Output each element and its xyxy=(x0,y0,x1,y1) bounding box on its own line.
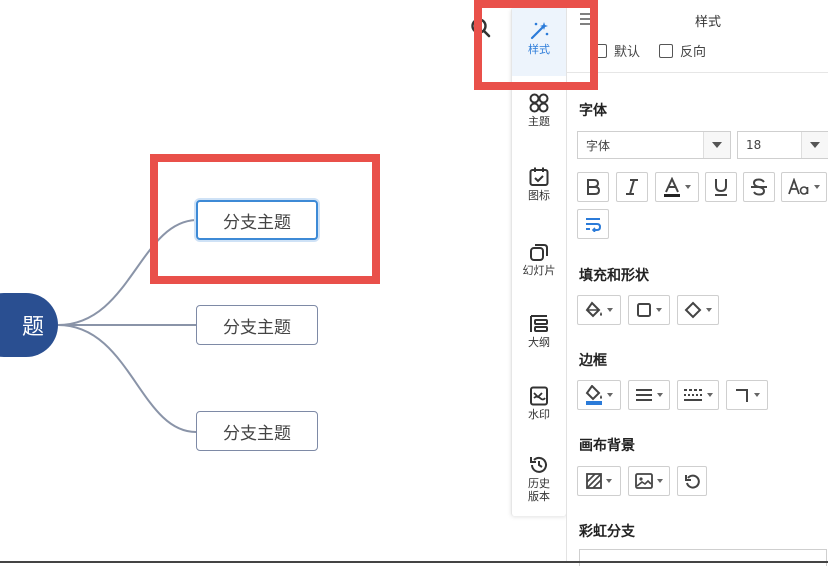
checkbox-label: 反向 xyxy=(680,45,707,60)
toolbar-label: 大纲 xyxy=(528,336,550,349)
font-size-value: 18 xyxy=(746,138,762,152)
canvas-bg-color-button[interactable] xyxy=(577,466,621,496)
style-panel: 样式 默认 反向 字体 字体 18 填充和形状 边框 画布背景 彩虹分支 xyxy=(566,0,828,566)
highlight-style-tab xyxy=(474,0,598,90)
toolbar-label: 幻灯片 xyxy=(522,264,556,277)
font-family-select[interactable]: 字体 xyxy=(577,131,731,159)
toolbar-label: 主题 xyxy=(528,115,550,128)
history-icon xyxy=(530,456,547,473)
text-wrap-button[interactable] xyxy=(577,209,609,239)
section-title-canvas-bg: 画布背景 xyxy=(579,438,635,454)
rainbow-branch-select[interactable] xyxy=(579,549,827,566)
outline-icon xyxy=(530,315,548,332)
default-checkbox[interactable]: 默认 xyxy=(593,41,640,60)
image-icon xyxy=(635,473,653,489)
reset-icon xyxy=(685,474,700,489)
chevron-down-icon xyxy=(801,132,828,158)
rectangle-shape-icon xyxy=(637,303,651,317)
reset-background-button[interactable] xyxy=(677,466,707,496)
border-color-button[interactable] xyxy=(577,380,621,410)
font-size-select[interactable]: 18 xyxy=(737,131,828,159)
caret-down-icon xyxy=(706,308,712,312)
divider xyxy=(567,72,828,73)
font-color-icon xyxy=(664,177,680,197)
toolbar-item-theme[interactable]: 主题 xyxy=(512,92,566,128)
canvas-bg-image-button[interactable] xyxy=(628,466,670,496)
toolbar-item-history[interactable]: 历史 版本 xyxy=(512,454,566,503)
central-topic-label: 题 xyxy=(21,315,44,340)
dashed-line-icon xyxy=(684,389,702,401)
chevron-down-icon xyxy=(703,132,730,158)
calendar-check-icon xyxy=(529,167,549,186)
section-title-fill-shape: 填充和形状 xyxy=(579,268,649,284)
corner-icon xyxy=(736,389,748,402)
underline-button[interactable] xyxy=(705,172,737,202)
diamond-shape-icon xyxy=(684,301,702,319)
hatch-pattern-icon xyxy=(586,473,602,489)
caret-down-icon xyxy=(657,479,663,483)
italic-button[interactable] xyxy=(616,172,648,202)
bold-icon xyxy=(587,179,601,195)
watermark-icon xyxy=(530,386,548,406)
strikethrough-button[interactable] xyxy=(743,172,775,202)
branch-topic-label: 分支主题 xyxy=(223,423,291,444)
caret-down-icon xyxy=(685,185,691,189)
text-case-button[interactable] xyxy=(781,172,827,202)
caret-down-icon xyxy=(754,393,760,397)
toolbar-label: 历史 版本 xyxy=(528,477,550,503)
caret-down-icon xyxy=(657,393,663,397)
italic-icon xyxy=(626,179,638,195)
text-case-icon xyxy=(788,178,809,195)
strikethrough-icon xyxy=(751,178,767,196)
bold-button[interactable] xyxy=(577,172,609,202)
border-style-button[interactable] xyxy=(677,380,719,410)
corner-style-button[interactable] xyxy=(726,380,768,410)
branch-topic-node-2[interactable]: 分支主题 xyxy=(196,305,318,345)
toolbar-item-watermark[interactable]: 水印 xyxy=(512,385,566,421)
reverse-checkbox[interactable]: 反向 xyxy=(659,41,706,60)
paint-bucket-icon xyxy=(585,301,602,318)
border-color-icon xyxy=(585,385,602,405)
font-family-value: 字体 xyxy=(586,138,611,153)
shape-button[interactable] xyxy=(628,295,670,325)
slides-icon xyxy=(530,244,548,261)
branch-topic-node-3[interactable]: 分支主题 xyxy=(196,411,318,451)
toolbar-item-outline[interactable]: 大纲 xyxy=(512,313,566,349)
toolbar-label: 水印 xyxy=(528,408,550,421)
line-weight-icon xyxy=(636,389,652,401)
caret-down-icon xyxy=(607,393,613,397)
toolbar-item-slides[interactable]: 幻灯片 xyxy=(512,241,566,277)
section-title-font: 字体 xyxy=(579,103,607,119)
panel-title: 样式 xyxy=(695,14,722,30)
underline-icon xyxy=(715,179,727,196)
caret-down-icon xyxy=(814,185,820,189)
panel-header: 样式 xyxy=(567,8,828,32)
toolbar-label: 图标 xyxy=(528,189,550,202)
highlight-selected-branch xyxy=(150,154,380,284)
branch-topic-label: 分支主题 xyxy=(223,317,291,338)
checkbox-box xyxy=(659,43,673,58)
section-title-border: 边框 xyxy=(579,353,607,369)
caret-down-icon xyxy=(707,393,713,397)
checkbox-label: 默认 xyxy=(614,45,641,60)
font-color-button[interactable] xyxy=(655,172,699,202)
caret-down-icon xyxy=(607,308,613,312)
theme-icon xyxy=(529,93,549,113)
caret-down-icon xyxy=(606,479,612,483)
section-title-rainbow-branch: 彩虹分支 xyxy=(579,524,635,540)
fill-color-button[interactable] xyxy=(577,295,621,325)
toolbar-item-icon[interactable]: 图标 xyxy=(512,166,566,202)
border-width-button[interactable] xyxy=(628,380,670,410)
node-shape-button[interactable] xyxy=(677,295,719,325)
caret-down-icon xyxy=(656,308,662,312)
text-wrap-icon xyxy=(586,218,602,232)
